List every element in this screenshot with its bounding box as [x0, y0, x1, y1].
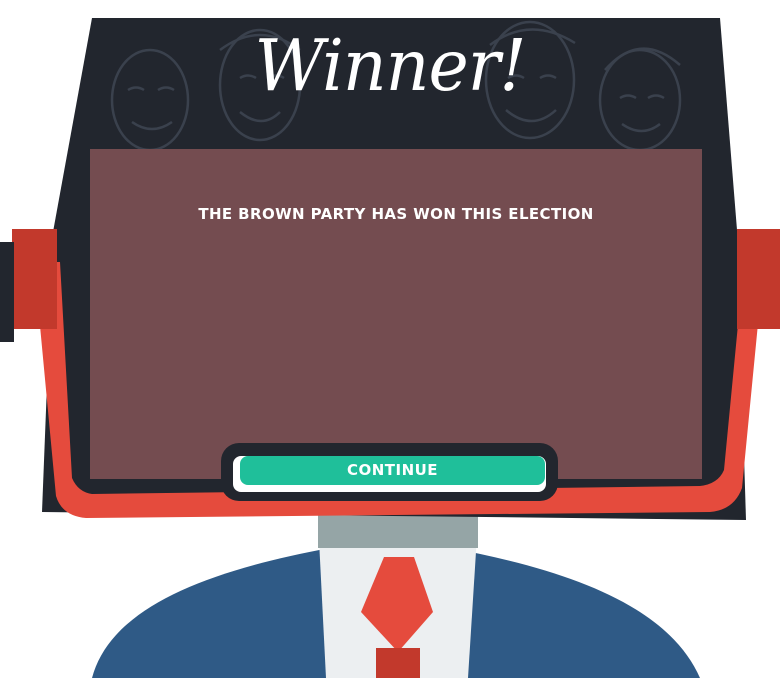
- right-knob: [737, 229, 780, 329]
- winner-title: Winner!: [254, 25, 526, 108]
- tv-head-character: Winner! THE BROWN PARTY HAS WON THIS ELE…: [0, 0, 780, 678]
- result-message: THE BROWN PARTY HAS WON THIS ELECTION: [198, 205, 594, 223]
- continue-button[interactable]: CONTINUE: [240, 456, 545, 485]
- tie-body: [376, 648, 420, 678]
- tv-screen: [90, 149, 702, 479]
- left-knob: [12, 229, 57, 329]
